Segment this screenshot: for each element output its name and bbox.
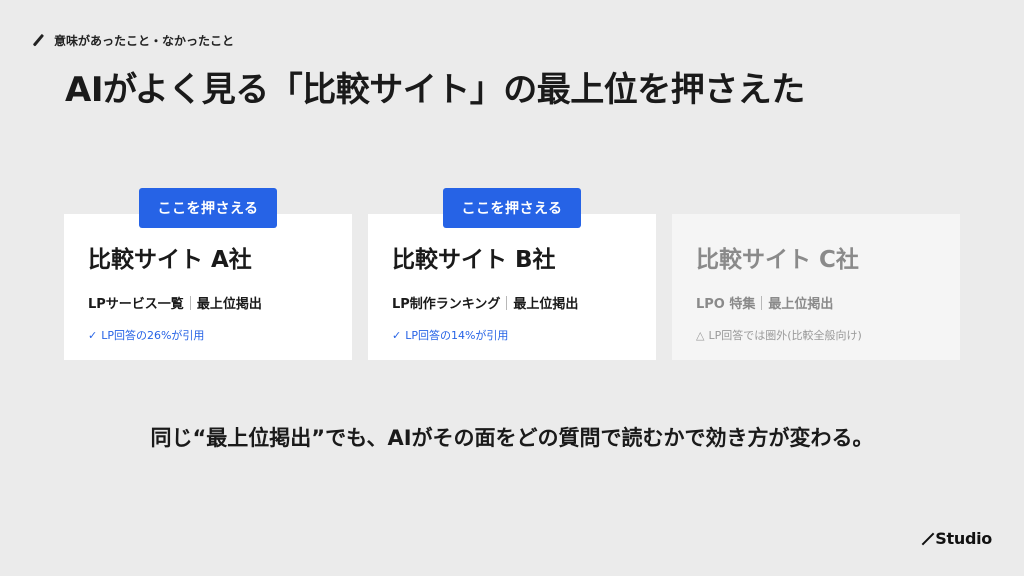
- card-meta-category: LPO 特集: [696, 297, 756, 312]
- summary-statement: 同じ“最上位掲出”でも、AIがその面をどの質問で読むかで効き方が変わる。: [150, 426, 874, 450]
- card-note: △ LP回答では圏外(比較全般向け): [696, 327, 936, 343]
- studio-slash-icon: [923, 531, 933, 547]
- eyebrow-label: 意味があったこと・なかったこと: [54, 33, 235, 48]
- card-meta-position: 最上位掲出: [513, 297, 579, 312]
- card-meta-category: LPサービス一覧: [88, 297, 184, 312]
- card-meta-category: LP制作ランキング: [392, 297, 501, 312]
- warning-triangle-icon: △: [696, 328, 705, 342]
- brand-name: Studio: [935, 529, 992, 548]
- meta-divider: [506, 295, 508, 310]
- card-note-text: LP回答の26%が引用: [101, 329, 205, 342]
- card-note-text: LP回答では圏外(比較全般向け): [708, 329, 862, 342]
- section-eyebrow: 意味があったこと・なかったこと: [32, 31, 234, 49]
- brand-logo: Studio: [923, 529, 992, 548]
- comparison-card-a: ここを押さえる 比較サイト A社 LPサービス一覧 最上位掲出 ✓ LP回答の2…: [64, 188, 352, 360]
- card-title: 比較サイト B社: [392, 247, 556, 273]
- slash-icon: [32, 34, 44, 46]
- card-meta-position: 最上位掲出: [196, 297, 262, 312]
- slide-title: AIがよく見る「比較サイト」の最上位を押さえた: [65, 70, 805, 110]
- card-meta-position: 最上位掲出: [768, 297, 834, 312]
- focus-badge: ここを押さえる: [139, 188, 277, 228]
- meta-divider: [761, 295, 763, 310]
- comparison-card-c: 比較サイト C社 LPO 特集 最上位掲出 △ LP回答では圏外(比較全般向け): [672, 214, 960, 360]
- check-icon: ✓: [392, 328, 402, 342]
- card-note: ✓ LP回答の14%が引用: [392, 327, 632, 343]
- card-title: 比較サイト A社: [88, 247, 252, 273]
- card-meta: LPサービス一覧 最上位掲出: [88, 293, 328, 312]
- meta-divider: [189, 295, 191, 310]
- card-note-text: LP回答の14%が引用: [405, 329, 509, 342]
- card-note: ✓ LP回答の26%が引用: [88, 327, 328, 343]
- card-title: 比較サイト C社: [696, 247, 859, 273]
- card-meta: LPO 特集 最上位掲出: [696, 293, 936, 312]
- check-icon: ✓: [88, 328, 98, 342]
- card-meta: LP制作ランキング 最上位掲出: [392, 293, 632, 312]
- focus-badge: ここを押さえる: [443, 188, 581, 228]
- comparison-card-b: ここを押さえる 比較サイト B社 LP制作ランキング 最上位掲出 ✓ LP回答の…: [368, 188, 656, 360]
